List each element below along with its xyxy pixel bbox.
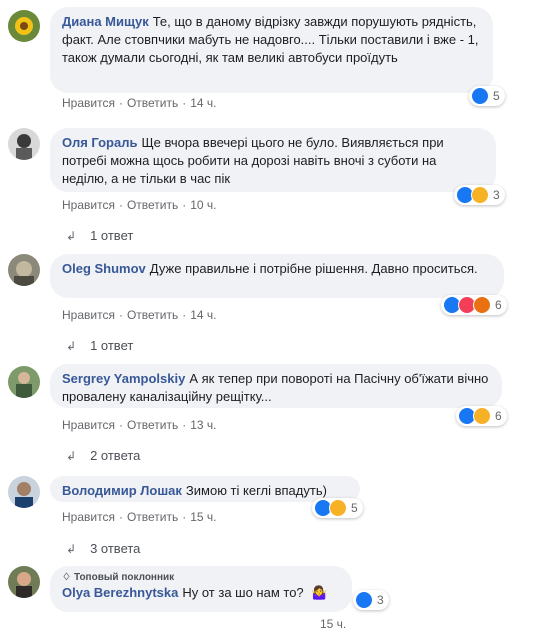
like-button[interactable]: Нравится xyxy=(62,198,115,212)
reply-arrow-icon: ↳ xyxy=(66,449,77,463)
timestamp[interactable]: 10 ч. xyxy=(190,198,216,212)
reactions-count: 3 xyxy=(377,593,384,607)
like-icon xyxy=(355,591,373,609)
comment-actions: Нравится · Ответить · 14 ч. xyxy=(62,308,217,322)
like-button[interactable]: Нравится xyxy=(62,418,115,432)
reply-arrow-icon: ↳ xyxy=(66,229,77,243)
comment-actions: 15 ч. xyxy=(62,617,346,631)
avatar[interactable] xyxy=(8,10,40,42)
top-fan-badge: ♢ Топовый поклонник xyxy=(62,572,175,583)
comment-bubble: Диана Мищук Те, що в даному відрізку завж… xyxy=(50,7,493,93)
reactions-summary[interactable]: 5 xyxy=(469,86,505,106)
avatar[interactable] xyxy=(8,128,40,160)
timestamp[interactable]: 14 ч. xyxy=(190,308,216,322)
haha-icon xyxy=(329,499,347,517)
reactions-summary[interactable]: 3 xyxy=(454,185,505,205)
comment-bubble: Оля Гораль Ще вчора ввечері цього не було… xyxy=(50,128,496,192)
comment-author[interactable]: Sergrey Yampolskiy xyxy=(62,371,185,386)
timestamp[interactable]: 15 ч. xyxy=(320,617,346,631)
comment-text: Ну от за шо нам то? xyxy=(182,585,304,600)
view-replies-link[interactable]: ↳ 1 ответ xyxy=(66,228,133,243)
comment-bubble: ♢ Топовый поклонник Olya Berezhnytska Ну о… xyxy=(50,566,352,612)
comment-author[interactable]: Володимир Лошак xyxy=(62,483,182,498)
haha-icon xyxy=(471,186,489,204)
comment-author[interactable]: Оля Гораль xyxy=(62,135,137,150)
view-replies-link[interactable]: ↳ 1 ответ xyxy=(66,338,133,353)
comment-author[interactable]: Диана Мищук xyxy=(62,14,149,29)
avatar[interactable] xyxy=(8,476,40,508)
reactions-count: 3 xyxy=(493,188,500,202)
avatar[interactable] xyxy=(8,566,40,598)
comment-author[interactable]: Olya Berezhnytska xyxy=(62,585,178,600)
reactions-count: 5 xyxy=(351,501,358,515)
timestamp[interactable]: 14 ч. xyxy=(190,96,216,110)
comment-bubble: Sergrey Yampolskiy А як тепер при поворот… xyxy=(50,364,502,408)
wow-icon xyxy=(473,407,491,425)
shrug-emoji: 🤷‍♀️ xyxy=(311,585,328,600)
like-button[interactable]: Нравится xyxy=(62,510,115,524)
timestamp[interactable]: 15 ч. xyxy=(190,510,216,524)
reactions-count: 6 xyxy=(495,298,502,312)
comment-actions: Нравится · Ответить · 15 ч. xyxy=(62,510,217,524)
like-button[interactable]: Нравится xyxy=(62,96,115,110)
view-replies-link[interactable]: ↳ 2 ответа xyxy=(66,448,140,463)
reply-button[interactable]: Ответить xyxy=(127,96,178,110)
reactions-count: 5 xyxy=(493,89,500,103)
reply-button[interactable]: Ответить xyxy=(127,418,178,432)
comment-author[interactable]: Oleg Shumov xyxy=(62,261,146,276)
reply-arrow-icon: ↳ xyxy=(66,542,77,556)
diamond-icon: ♢ xyxy=(62,572,71,583)
angry-icon xyxy=(473,296,491,314)
like-button[interactable]: Нравится xyxy=(62,308,115,322)
like-icon xyxy=(471,87,489,105)
reply-button[interactable]: Ответить xyxy=(127,198,178,212)
comment-actions: Нравится · Ответить · 10 ч. xyxy=(62,198,217,212)
comment-text: Дуже правильне і потрібне рішення. Давно… xyxy=(149,261,478,276)
timestamp[interactable]: 13 ч. xyxy=(190,418,216,432)
avatar[interactable] xyxy=(8,366,40,398)
comment-text: Зимою ті кеглі впадуть) xyxy=(185,483,327,498)
avatar[interactable] xyxy=(8,254,40,286)
comment-actions: Нравится · Ответить · 13 ч. xyxy=(62,418,217,432)
reactions-summary[interactable]: 6 xyxy=(441,295,507,315)
comment-bubble: Володимир Лошак Зимою ті кеглі впадуть) xyxy=(50,476,360,502)
reply-button[interactable]: Ответить xyxy=(127,510,178,524)
view-replies-link[interactable]: ↳ 3 ответа xyxy=(66,541,140,556)
comment-bubble: Oleg Shumov Дуже правильне і потрібне ріш… xyxy=(50,254,504,298)
reply-arrow-icon: ↳ xyxy=(66,339,77,353)
comment-actions: Нравится · Ответить · 14 ч. xyxy=(62,96,217,110)
reactions-count: 6 xyxy=(495,409,502,423)
reactions-summary[interactable]: 5 xyxy=(312,498,363,518)
reactions-summary[interactable]: 6 xyxy=(456,406,507,426)
reactions-summary[interactable]: 3 xyxy=(353,590,389,610)
reply-button[interactable]: Ответить xyxy=(127,308,178,322)
